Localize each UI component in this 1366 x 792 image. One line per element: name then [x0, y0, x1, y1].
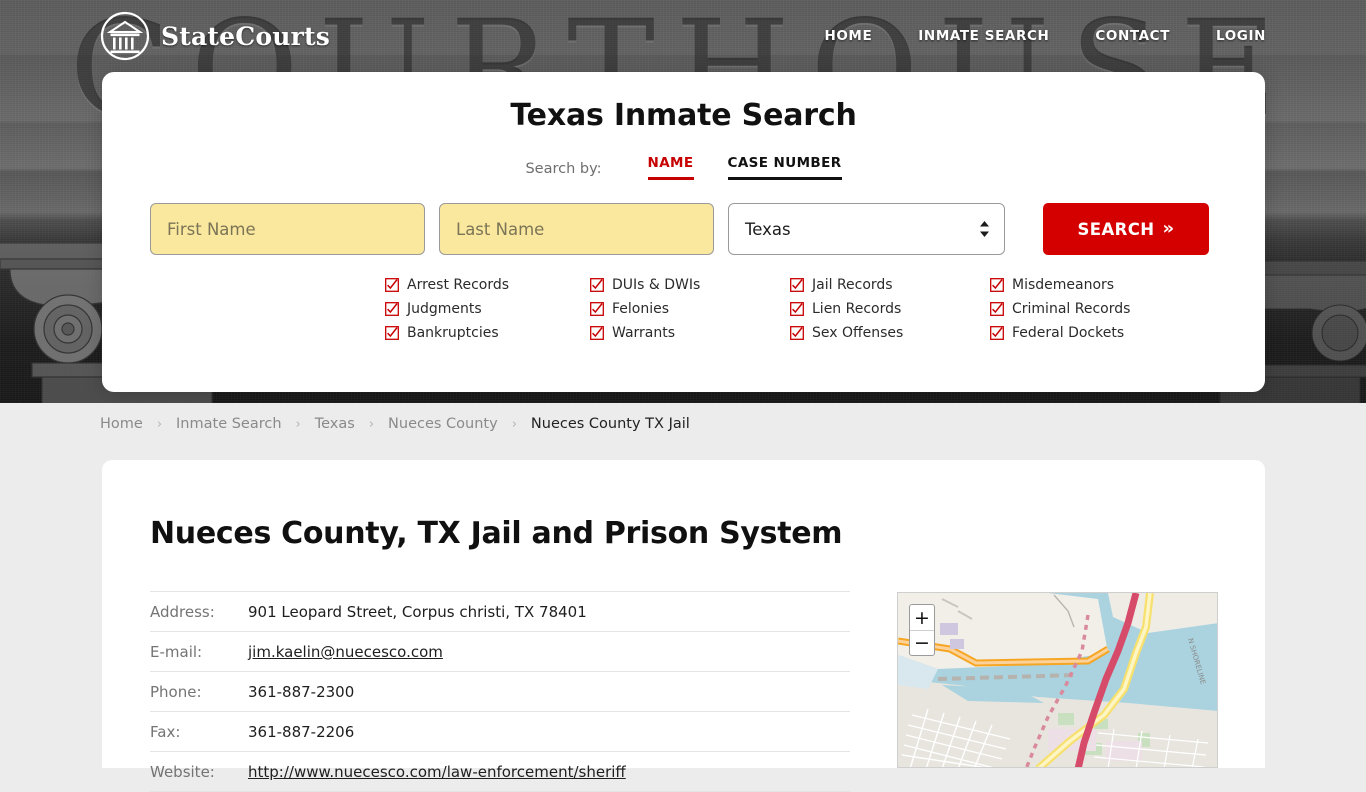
inmate-search-card: Texas Inmate Search Search by: NAME CASE… [102, 72, 1265, 392]
detail-label: E-mail: [150, 631, 248, 672]
record-type-label: Judgments [407, 301, 482, 317]
email-link[interactable]: jim.kaelin@nuecesco.com [248, 643, 443, 661]
record-type-label: DUIs & DWIs [612, 277, 701, 293]
record-type-label: Bankruptcies [407, 325, 499, 341]
checkmark-box-icon [790, 278, 804, 292]
facility-detail-table: Address: 901 Leopard Street, Corpus chri… [150, 591, 850, 792]
tab-name[interactable]: NAME [647, 155, 694, 180]
checkmark-box-icon [385, 302, 399, 316]
search-button[interactable]: SEARCH » [1043, 203, 1209, 255]
checkmark-box-icon [385, 326, 399, 340]
detail-label: Phone: [150, 671, 248, 712]
checkmark-box-icon [990, 326, 1004, 340]
record-type-label: Felonies [612, 301, 670, 317]
breadcrumb-separator-icon: › [295, 416, 301, 432]
map-zoom-in-button[interactable]: + [910, 605, 934, 630]
record-type-item[interactable]: Felonies [590, 301, 790, 317]
detail-value: http://www.nuecesco.com/law-enforcement/… [248, 751, 850, 792]
search-by-label: Search by: [525, 161, 602, 177]
site-header: StateCourts HOME INMATE SEARCH CONTACT L… [0, 0, 1366, 72]
map-tiles: N SHORELINE [898, 593, 1217, 767]
hero-banner: COURTHOUSE [0, 0, 1366, 403]
record-type-label: Misdemeanors [1012, 277, 1115, 293]
tab-case-number[interactable]: CASE NUMBER [727, 155, 842, 180]
nav-item-login[interactable]: LOGIN [1216, 28, 1266, 44]
double-chevron-icon: » [1162, 218, 1175, 239]
nav-item-home[interactable]: HOME [824, 28, 872, 44]
breadcrumb-item-texas[interactable]: Texas [315, 416, 355, 432]
table-row: Fax: 361-887-2206 [150, 711, 850, 752]
breadcrumb-separator-icon: › [368, 416, 375, 432]
detail-value: 361-887-2300 [248, 671, 850, 712]
record-type-item[interactable]: Criminal Records [990, 301, 1130, 317]
nav-item-inmate-search[interactable]: INMATE SEARCH [918, 28, 1049, 44]
breadcrumb-item-home[interactable]: Home [100, 416, 143, 432]
breadcrumb-separator-icon: › [156, 416, 163, 432]
record-type-item[interactable]: Judgments [385, 301, 590, 317]
checkmark-box-icon [990, 302, 1004, 316]
courthouse-circle-icon [100, 11, 150, 61]
brand-logo-link[interactable]: StateCourts [100, 11, 330, 61]
breadcrumb: Home › Inmate Search › Texas › Nueces Co… [100, 416, 690, 432]
record-type-item[interactable]: DUIs & DWIs [590, 277, 790, 293]
location-map[interactable]: N SHORELINE + − [897, 592, 1218, 768]
detail-value: jim.kaelin@nuecesco.com [248, 631, 850, 672]
table-row: Address: 901 Leopard Street, Corpus chri… [150, 591, 850, 632]
checkmark-box-icon [990, 278, 1004, 292]
record-type-label: Federal Dockets [1012, 325, 1125, 341]
record-type-item[interactable]: Warrants [590, 325, 790, 341]
record-type-label: Arrest Records [407, 277, 510, 293]
breadcrumb-item-inmate-search[interactable]: Inmate Search [176, 416, 282, 432]
map-zoom-out-button[interactable]: − [910, 630, 934, 655]
state-select-value: Texas [745, 219, 791, 239]
breadcrumb-item-current: Nueces County TX Jail [530, 416, 690, 432]
brand-name: StateCourts [161, 21, 330, 51]
search-button-label: SEARCH [1077, 219, 1155, 239]
page-title: Nueces County, TX Jail and Prison System [150, 516, 843, 551]
table-row: Phone: 361-887-2300 [150, 671, 850, 712]
record-type-label: Sex Offenses [812, 325, 904, 341]
checkmark-box-icon [590, 302, 604, 316]
record-type-item[interactable]: Arrest Records [385, 277, 590, 293]
chevron-updown-icon [980, 221, 989, 237]
last-name-input[interactable] [439, 203, 714, 255]
breadcrumb-bar: Home › Inmate Search › Texas › Nueces Co… [0, 403, 1366, 445]
detail-label: Address: [150, 591, 248, 632]
search-form: Texas SEARCH » [102, 203, 1265, 255]
detail-label: Fax: [150, 711, 248, 752]
checkmark-box-icon [590, 278, 604, 292]
record-type-label: Warrants [612, 325, 676, 341]
record-type-item[interactable]: Federal Dockets [990, 325, 1130, 341]
search-by-row: Search by: NAME CASE NUMBER [102, 155, 1265, 180]
website-link[interactable]: http://www.nuecesco.com/law-enforcement/… [248, 763, 626, 781]
checkmark-box-icon [385, 278, 399, 292]
record-type-label: Jail Records [812, 277, 893, 293]
detail-value: 901 Leopard Street, Corpus christi, TX 7… [248, 591, 850, 632]
record-type-item[interactable]: Jail Records [790, 277, 990, 293]
state-select[interactable]: Texas [728, 203, 1005, 255]
checkmark-box-icon [790, 302, 804, 316]
table-row: Website: http://www.nuecesco.com/law-enf… [150, 751, 850, 792]
breadcrumb-item-nueces-county[interactable]: Nueces County [388, 416, 498, 432]
nav-item-contact[interactable]: CONTACT [1095, 28, 1170, 44]
record-type-item[interactable]: Lien Records [790, 301, 990, 317]
record-type-item[interactable]: Misdemeanors [990, 277, 1130, 293]
record-type-item[interactable]: Sex Offenses [790, 325, 990, 341]
table-row: E-mail: jim.kaelin@nuecesco.com [150, 631, 850, 672]
record-type-item[interactable]: Bankruptcies [385, 325, 590, 341]
record-type-label: Lien Records [812, 301, 902, 317]
record-type-list: Arrest Records DUIs & DWIs Jail Records … [102, 277, 1265, 341]
detail-label: Website: [150, 751, 248, 792]
main-navigation: HOME INMATE SEARCH CONTACT LOGIN [824, 28, 1266, 44]
search-card-title: Texas Inmate Search [510, 98, 857, 133]
checkmark-box-icon [790, 326, 804, 340]
detail-value: 361-887-2206 [248, 711, 850, 752]
first-name-input[interactable] [150, 203, 425, 255]
checkmark-box-icon [590, 326, 604, 340]
map-zoom-controls: + − [909, 604, 935, 656]
breadcrumb-separator-icon: › [511, 416, 517, 432]
record-type-label: Criminal Records [1012, 301, 1131, 317]
